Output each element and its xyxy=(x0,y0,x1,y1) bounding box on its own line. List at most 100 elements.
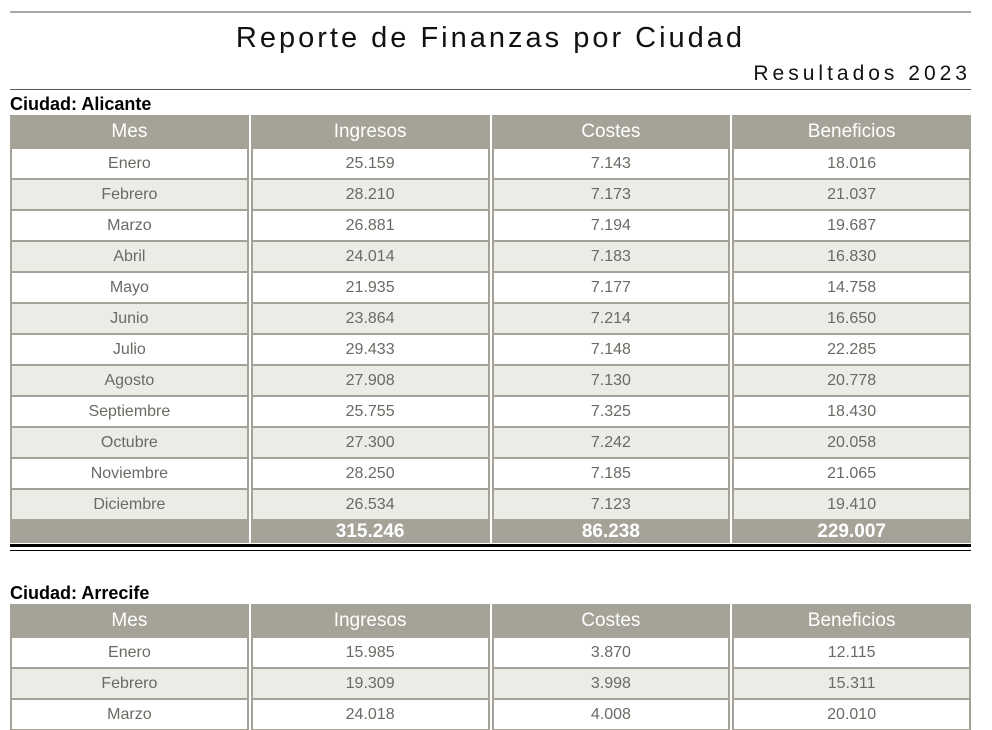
city-label: Ciudad: Alicante xyxy=(10,94,152,114)
cell-beneficios: 15.311 xyxy=(732,668,971,699)
cell-beneficios: 12.115 xyxy=(732,637,971,668)
table-row: Diciembre 26.534 7.123 19.410 xyxy=(10,489,971,520)
total-costes: 86.238 xyxy=(491,520,731,543)
column-header-ingresos: Ingresos xyxy=(250,115,490,148)
table-row: Marzo 26.881 7.194 19.687 xyxy=(10,210,971,241)
column-header-mes: Mes xyxy=(10,604,249,637)
table-row: Octubre 27.300 7.242 20.058 xyxy=(10,427,971,458)
cell-ingresos: 28.210 xyxy=(250,179,490,210)
cell-costes: 4.008 xyxy=(491,699,731,730)
cell-mes: Septiembre xyxy=(10,396,249,427)
cell-costes: 7.185 xyxy=(491,458,731,489)
cell-beneficios: 19.687 xyxy=(732,210,971,241)
top-rule xyxy=(10,11,971,13)
cell-beneficios: 22.285 xyxy=(732,334,971,365)
cell-costes: 7.130 xyxy=(491,365,731,396)
column-header-mes: Mes xyxy=(10,115,249,148)
cell-beneficios: 21.037 xyxy=(732,179,971,210)
cell-mes: Abril xyxy=(10,241,249,272)
cell-beneficios: 18.016 xyxy=(732,148,971,179)
table-row: Junio 23.864 7.214 16.650 xyxy=(10,303,971,334)
cell-mes: Marzo xyxy=(10,699,249,730)
cell-ingresos: 25.755 xyxy=(250,396,490,427)
cell-mes: Julio xyxy=(10,334,249,365)
cell-beneficios: 20.010 xyxy=(732,699,971,730)
cell-mes: Enero xyxy=(10,637,249,668)
table-header-row: Mes Ingresos Costes Beneficios xyxy=(10,115,971,148)
cell-ingresos: 24.018 xyxy=(250,699,490,730)
table-row: Septiembre 25.755 7.325 18.430 xyxy=(10,396,971,427)
cell-beneficios: 18.430 xyxy=(732,396,971,427)
table-row: Julio 29.433 7.148 22.285 xyxy=(10,334,971,365)
cell-beneficios: 20.058 xyxy=(732,427,971,458)
cell-costes: 7.325 xyxy=(491,396,731,427)
cell-ingresos: 26.881 xyxy=(250,210,490,241)
cell-beneficios: 14.758 xyxy=(732,272,971,303)
cell-mes: Agosto xyxy=(10,365,249,396)
cell-ingresos: 15.985 xyxy=(250,637,490,668)
table-row: Enero 15.985 3.870 12.115 xyxy=(10,637,971,668)
cell-costes: 7.173 xyxy=(491,179,731,210)
cell-mes: Febrero xyxy=(10,179,249,210)
cell-costes: 7.177 xyxy=(491,272,731,303)
cell-costes: 3.870 xyxy=(491,637,731,668)
cell-costes: 7.242 xyxy=(491,427,731,458)
table-header-row: Mes Ingresos Costes Beneficios xyxy=(10,604,971,637)
table-row: Agosto 27.908 7.130 20.778 xyxy=(10,365,971,396)
table-row: Mayo 21.935 7.177 14.758 xyxy=(10,272,971,303)
cell-ingresos: 29.433 xyxy=(250,334,490,365)
report-title: Reporte de Finanzas por Ciudad xyxy=(235,22,746,54)
table-row: Febrero 28.210 7.173 21.037 xyxy=(10,179,971,210)
table-row: Abril 24.014 7.183 16.830 xyxy=(10,241,971,272)
table-row: Marzo 24.018 4.008 20.010 xyxy=(10,699,971,730)
total-beneficios: 229.007 xyxy=(732,520,971,543)
cell-ingresos: 27.300 xyxy=(250,427,490,458)
cell-beneficios: 16.830 xyxy=(732,241,971,272)
cell-beneficios: 21.065 xyxy=(732,458,971,489)
cell-costes: 3.998 xyxy=(491,668,731,699)
cell-ingresos: 26.534 xyxy=(250,489,490,520)
city-section-arrecife: Ciudad: Arrecife Mes Ingresos Costes Ben… xyxy=(10,582,971,730)
cell-beneficios: 19.410 xyxy=(732,489,971,520)
city-label: Ciudad: Arrecife xyxy=(10,583,150,603)
cell-mes: Marzo xyxy=(10,210,249,241)
cell-costes: 7.143 xyxy=(491,148,731,179)
section-separator xyxy=(10,544,971,551)
cell-mes: Diciembre xyxy=(10,489,249,520)
city-section-alicante: Ciudad: Alicante Mes Ingresos Costes Ben… xyxy=(10,93,971,551)
cell-beneficios: 20.778 xyxy=(732,365,971,396)
cell-mes: Junio xyxy=(10,303,249,334)
cell-ingresos: 21.935 xyxy=(250,272,490,303)
cell-costes: 7.123 xyxy=(491,489,731,520)
cell-ingresos: 27.908 xyxy=(250,365,490,396)
column-header-costes: Costes xyxy=(491,115,731,148)
subtitle-rule xyxy=(10,89,971,90)
cell-costes: 7.214 xyxy=(491,303,731,334)
cell-ingresos: 23.864 xyxy=(250,303,490,334)
column-header-beneficios: Beneficios xyxy=(732,604,971,637)
cell-costes: 7.148 xyxy=(491,334,731,365)
cell-costes: 7.194 xyxy=(491,210,731,241)
cell-ingresos: 19.309 xyxy=(250,668,490,699)
cell-mes: Mayo xyxy=(10,272,249,303)
table-row: Noviembre 28.250 7.185 21.065 xyxy=(10,458,971,489)
cell-ingresos: 28.250 xyxy=(250,458,490,489)
table-row: Febrero 19.309 3.998 15.311 xyxy=(10,668,971,699)
column-header-costes: Costes xyxy=(491,604,731,637)
cell-beneficios: 16.650 xyxy=(732,303,971,334)
cell-ingresos: 25.159 xyxy=(250,148,490,179)
total-mes xyxy=(10,520,249,543)
column-header-ingresos: Ingresos xyxy=(250,604,490,637)
cell-ingresos: 24.014 xyxy=(250,241,490,272)
finance-table: Mes Ingresos Costes Beneficios Enero 15.9… xyxy=(8,604,973,730)
column-header-beneficios: Beneficios xyxy=(732,115,971,148)
finance-table: Mes Ingresos Costes Beneficios Enero 25.1… xyxy=(8,115,973,543)
cell-costes: 7.183 xyxy=(491,241,731,272)
table-row: Enero 25.159 7.143 18.016 xyxy=(10,148,971,179)
cell-mes: Enero xyxy=(10,148,249,179)
totals-row: 315.246 86.238 229.007 xyxy=(10,520,971,543)
cell-mes: Noviembre xyxy=(10,458,249,489)
cell-mes: Octubre xyxy=(10,427,249,458)
report-subtitle: Resultados 2023 xyxy=(753,62,971,85)
cell-mes: Febrero xyxy=(10,668,249,699)
